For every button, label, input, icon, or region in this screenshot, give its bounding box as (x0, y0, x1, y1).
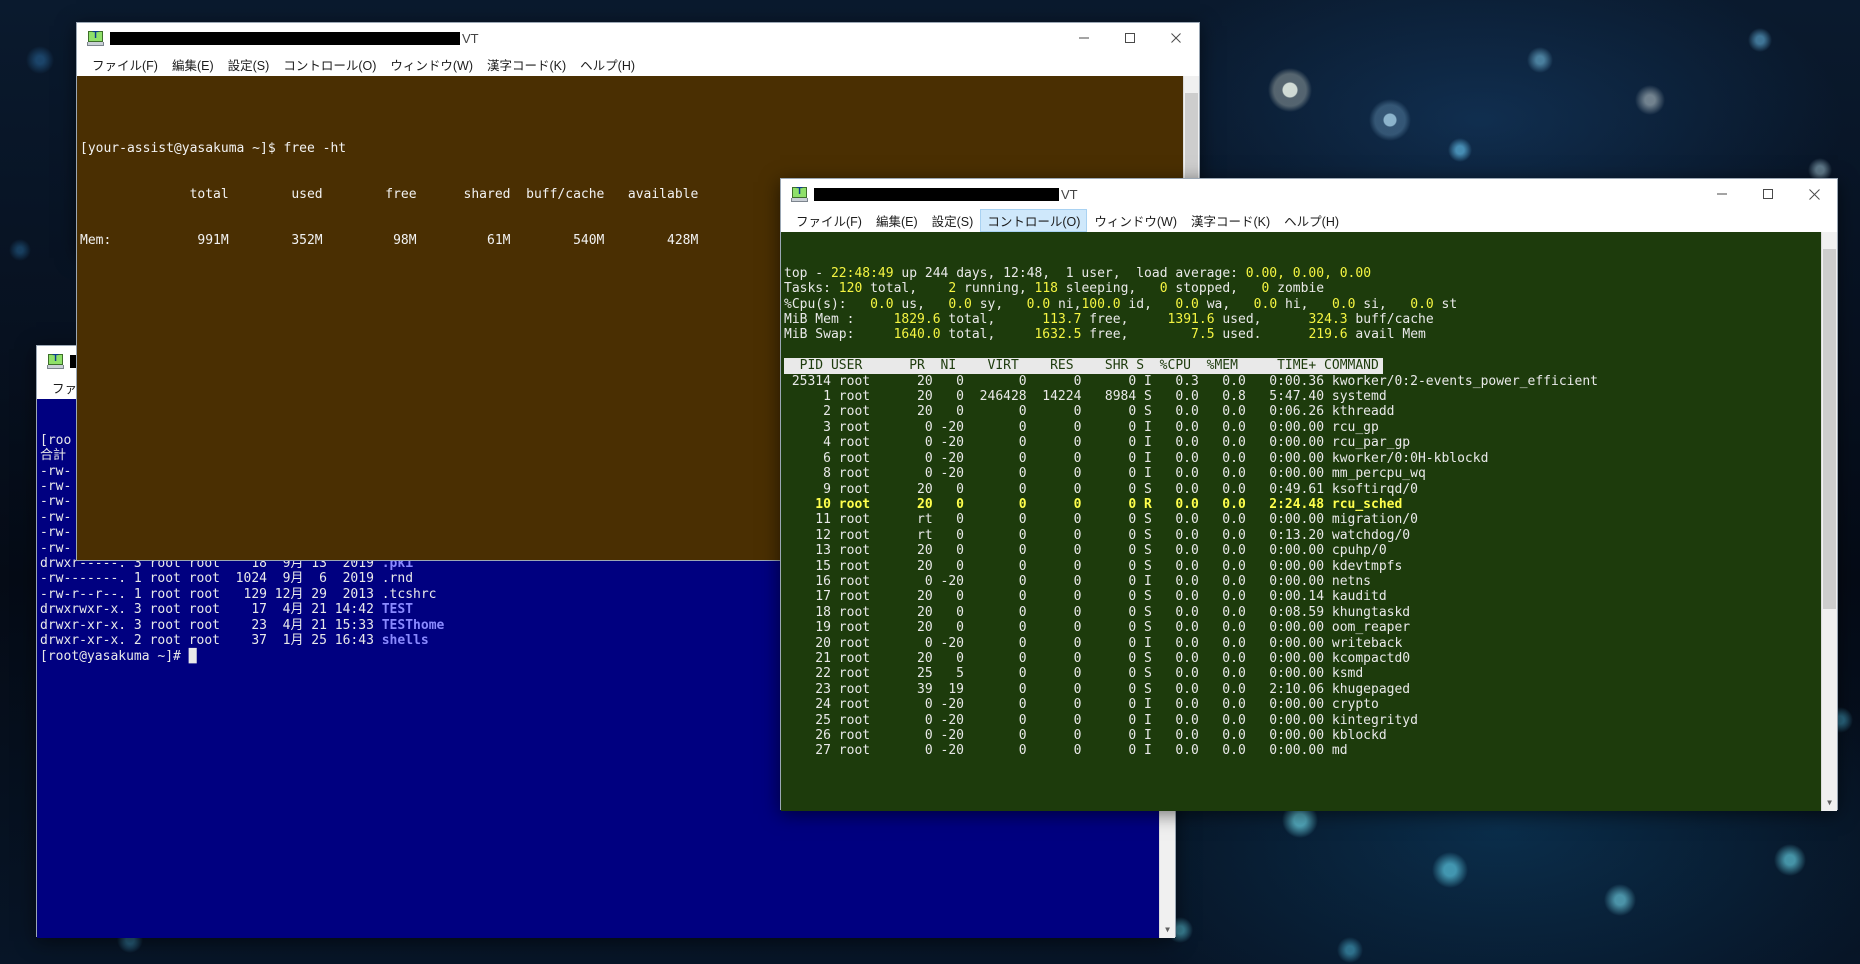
menu-item-file-free[interactable]: ファイル(F) (85, 53, 165, 76)
top-process-row[interactable]: 22 root 25 5 0 0 0 S 0.0 0.0 0:00.00 ksm… (784, 666, 1820, 681)
menu-item-setup-free[interactable]: 設定(S) (221, 53, 277, 76)
close-button-free[interactable] (1153, 23, 1199, 53)
maximize-button-top[interactable] (1745, 179, 1791, 209)
menu-item-kanji-code-top[interactable]: 漢字コード(K) (1184, 209, 1277, 232)
top-process-row[interactable]: 8 root 0 -20 0 0 0 I 0.0 0.0 0:00.00 mm_… (784, 466, 1820, 481)
menu-item-window-top[interactable]: ウィンドウ(W) (1087, 209, 1184, 232)
top-process-row[interactable]: 17 root 20 0 0 0 0 S 0.0 0.0 0:00.14 kau… (784, 589, 1820, 604)
menu-item-control-top[interactable]: コントロール(O) (980, 208, 1088, 232)
teraterm-icon (47, 353, 64, 369)
top-process-row[interactable]: 12 root rt 0 0 0 0 S 0.0 0.0 0:13.20 wat… (784, 528, 1820, 543)
top-process-row[interactable]: 19 root 20 0 0 0 0 S 0.0 0.0 0:00.00 oom… (784, 620, 1820, 635)
menu-item-file-top[interactable]: ファイル(F) (789, 209, 869, 232)
menu-item-edit-free[interactable]: 編集(E) (165, 53, 221, 76)
window-controls-free (1061, 23, 1199, 53)
top-process-row[interactable]: 25 root 0 -20 0 0 0 I 0.0 0.0 0:00.00 ki… (784, 713, 1820, 728)
scroll-down-arrow-ls[interactable]: ▼ (1160, 922, 1175, 938)
vertical-scrollbar-top[interactable]: ▲ ▼ (1821, 232, 1837, 811)
top-tasks-line: Tasks: 120 total, 2 running, 118 sleepin… (784, 281, 1325, 297)
window-title-top: VT (814, 187, 1078, 202)
top-process-row[interactable]: 13 root 20 0 0 0 0 S 0.0 0.0 0:00.00 cpu… (784, 543, 1820, 558)
minimize-button-top[interactable] (1699, 179, 1745, 209)
menubar-free[interactable]: ファイル(F) 編集(E) 設定(S) コントロール(O) ウィンドウ(W) 漢… (77, 53, 1199, 76)
window-controls-top (1699, 179, 1837, 209)
top-process-row[interactable]: 15 root 20 0 0 0 0 S 0.0 0.0 0:00.00 kde… (784, 559, 1820, 574)
top-uptime-line: top - 22:48:49 up 244 days, 12:48, 1 use… (784, 265, 1372, 281)
top-process-row[interactable]: 6 root 0 -20 0 0 0 I 0.0 0.0 0:00.00 kwo… (784, 451, 1820, 466)
top-process-row[interactable]: 18 root 20 0 0 0 0 S 0.0 0.0 0:08.59 khu… (784, 605, 1820, 620)
scrollbar-thumb-top[interactable] (1823, 249, 1836, 609)
top-process-row[interactable]: 4 root 0 -20 0 0 0 I 0.0 0.0 0:00.00 rcu… (784, 435, 1820, 450)
terminal-line: [your-assist@yasakuma ~]$ free -ht (80, 140, 347, 156)
titlebar-free[interactable]: VT (77, 23, 1199, 53)
window-title-suffix-top: VT (1061, 186, 1078, 202)
top-swap-line: MiB Swap: 1640.0 total, 1632.5 free, 7.5… (784, 327, 1426, 343)
close-button-top[interactable] (1791, 179, 1837, 209)
menu-item-setup-top[interactable]: 設定(S) (925, 209, 981, 232)
top-process-row[interactable]: 2 root 20 0 0 0 0 S 0.0 0.0 0:06.26 kthr… (784, 404, 1820, 419)
top-process-row[interactable]: 20 root 0 -20 0 0 0 I 0.0 0.0 0:00.00 wr… (784, 636, 1820, 651)
redacted-title-bar (110, 31, 460, 45)
menu-item-edit-top[interactable]: 編集(E) (869, 209, 925, 232)
top-process-row[interactable]: 16 root 0 -20 0 0 0 I 0.0 0.0 0:00.00 ne… (784, 574, 1820, 589)
window-title-free: VT (110, 31, 479, 46)
top-blank-line (784, 343, 1820, 358)
titlebar-top[interactable]: VT (781, 179, 1837, 209)
top-process-row[interactable]: 25314 root 20 0 0 0 0 I 0.3 0.0 0:00.36 … (784, 374, 1820, 389)
top-process-row[interactable]: 27 root 0 -20 0 0 0 I 0.0 0.0 0:00.00 md (784, 743, 1820, 758)
menu-item-control-free[interactable]: コントロール(O) (276, 53, 383, 76)
top-process-row[interactable]: 3 root 0 -20 0 0 0 I 0.0 0.0 0:00.00 rcu… (784, 420, 1820, 435)
top-mem-line: MiB Mem : 1829.6 total, 113.7 free, 1391… (784, 312, 1434, 328)
top-process-row[interactable]: 1 root 20 0 246428 14224 8984 S 0.0 0.8 … (784, 389, 1820, 404)
menubar-top[interactable]: ファイル(F) 編集(E) 設定(S) コントロール(O) ウィンドウ(W) 漢… (781, 208, 1837, 232)
teraterm-icon (791, 186, 808, 202)
top-process-row[interactable]: 9 root 20 0 0 0 0 S 0.0 0.0 0:49.61 ksof… (784, 482, 1820, 497)
top-process-row[interactable]: 24 root 0 -20 0 0 0 I 0.0 0.0 0:00.00 cr… (784, 697, 1820, 712)
top-process-row[interactable]: 10 root 20 0 0 0 0 R 0.0 0.0 2:24.48 rcu… (784, 497, 1820, 512)
minimize-button-free[interactable] (1061, 23, 1107, 53)
maximize-button-free[interactable] (1107, 23, 1153, 53)
terminal-window-top[interactable]: VT ファイル(F) 編集(E) 設定(S) コントロール(O) ウィンドウ(W… (780, 178, 1838, 811)
terminal-output-top[interactable]: top - 22:48:49 up 244 days, 12:48, 1 use… (781, 232, 1837, 811)
top-process-row[interactable]: 23 root 39 19 0 0 0 S 0.0 0.0 2:10.06 kh… (784, 682, 1820, 697)
menu-item-window-free[interactable]: ウィンドウ(W) (383, 53, 480, 76)
menu-item-help-top[interactable]: ヘルプ(H) (1277, 209, 1346, 232)
top-process-row[interactable]: 26 root 0 -20 0 0 0 I 0.0 0.0 0:00.00 kb… (784, 728, 1820, 743)
redacted-title-bar (814, 187, 1059, 201)
window-title-suffix-free: VT (462, 30, 479, 46)
teraterm-icon (87, 30, 104, 46)
scroll-down-arrow-top[interactable]: ▼ (1822, 795, 1837, 811)
top-process-row[interactable]: 11 root rt 0 0 0 0 S 0.0 0.0 0:00.00 mig… (784, 512, 1820, 527)
menu-item-kanji-code-free[interactable]: 漢字コード(K) (480, 53, 573, 76)
menu-item-help-free[interactable]: ヘルプ(H) (573, 53, 642, 76)
top-process-row[interactable]: 21 root 20 0 0 0 0 S 0.0 0.0 0:00.00 kco… (784, 651, 1820, 666)
top-column-header: PID USER PR NI VIRT RES SHR S %CPU %MEM … (784, 358, 1383, 374)
top-cpu-line: %Cpu(s): 0.0 us, 0.0 sy, 0.0 ni,100.0 id… (784, 296, 1458, 312)
